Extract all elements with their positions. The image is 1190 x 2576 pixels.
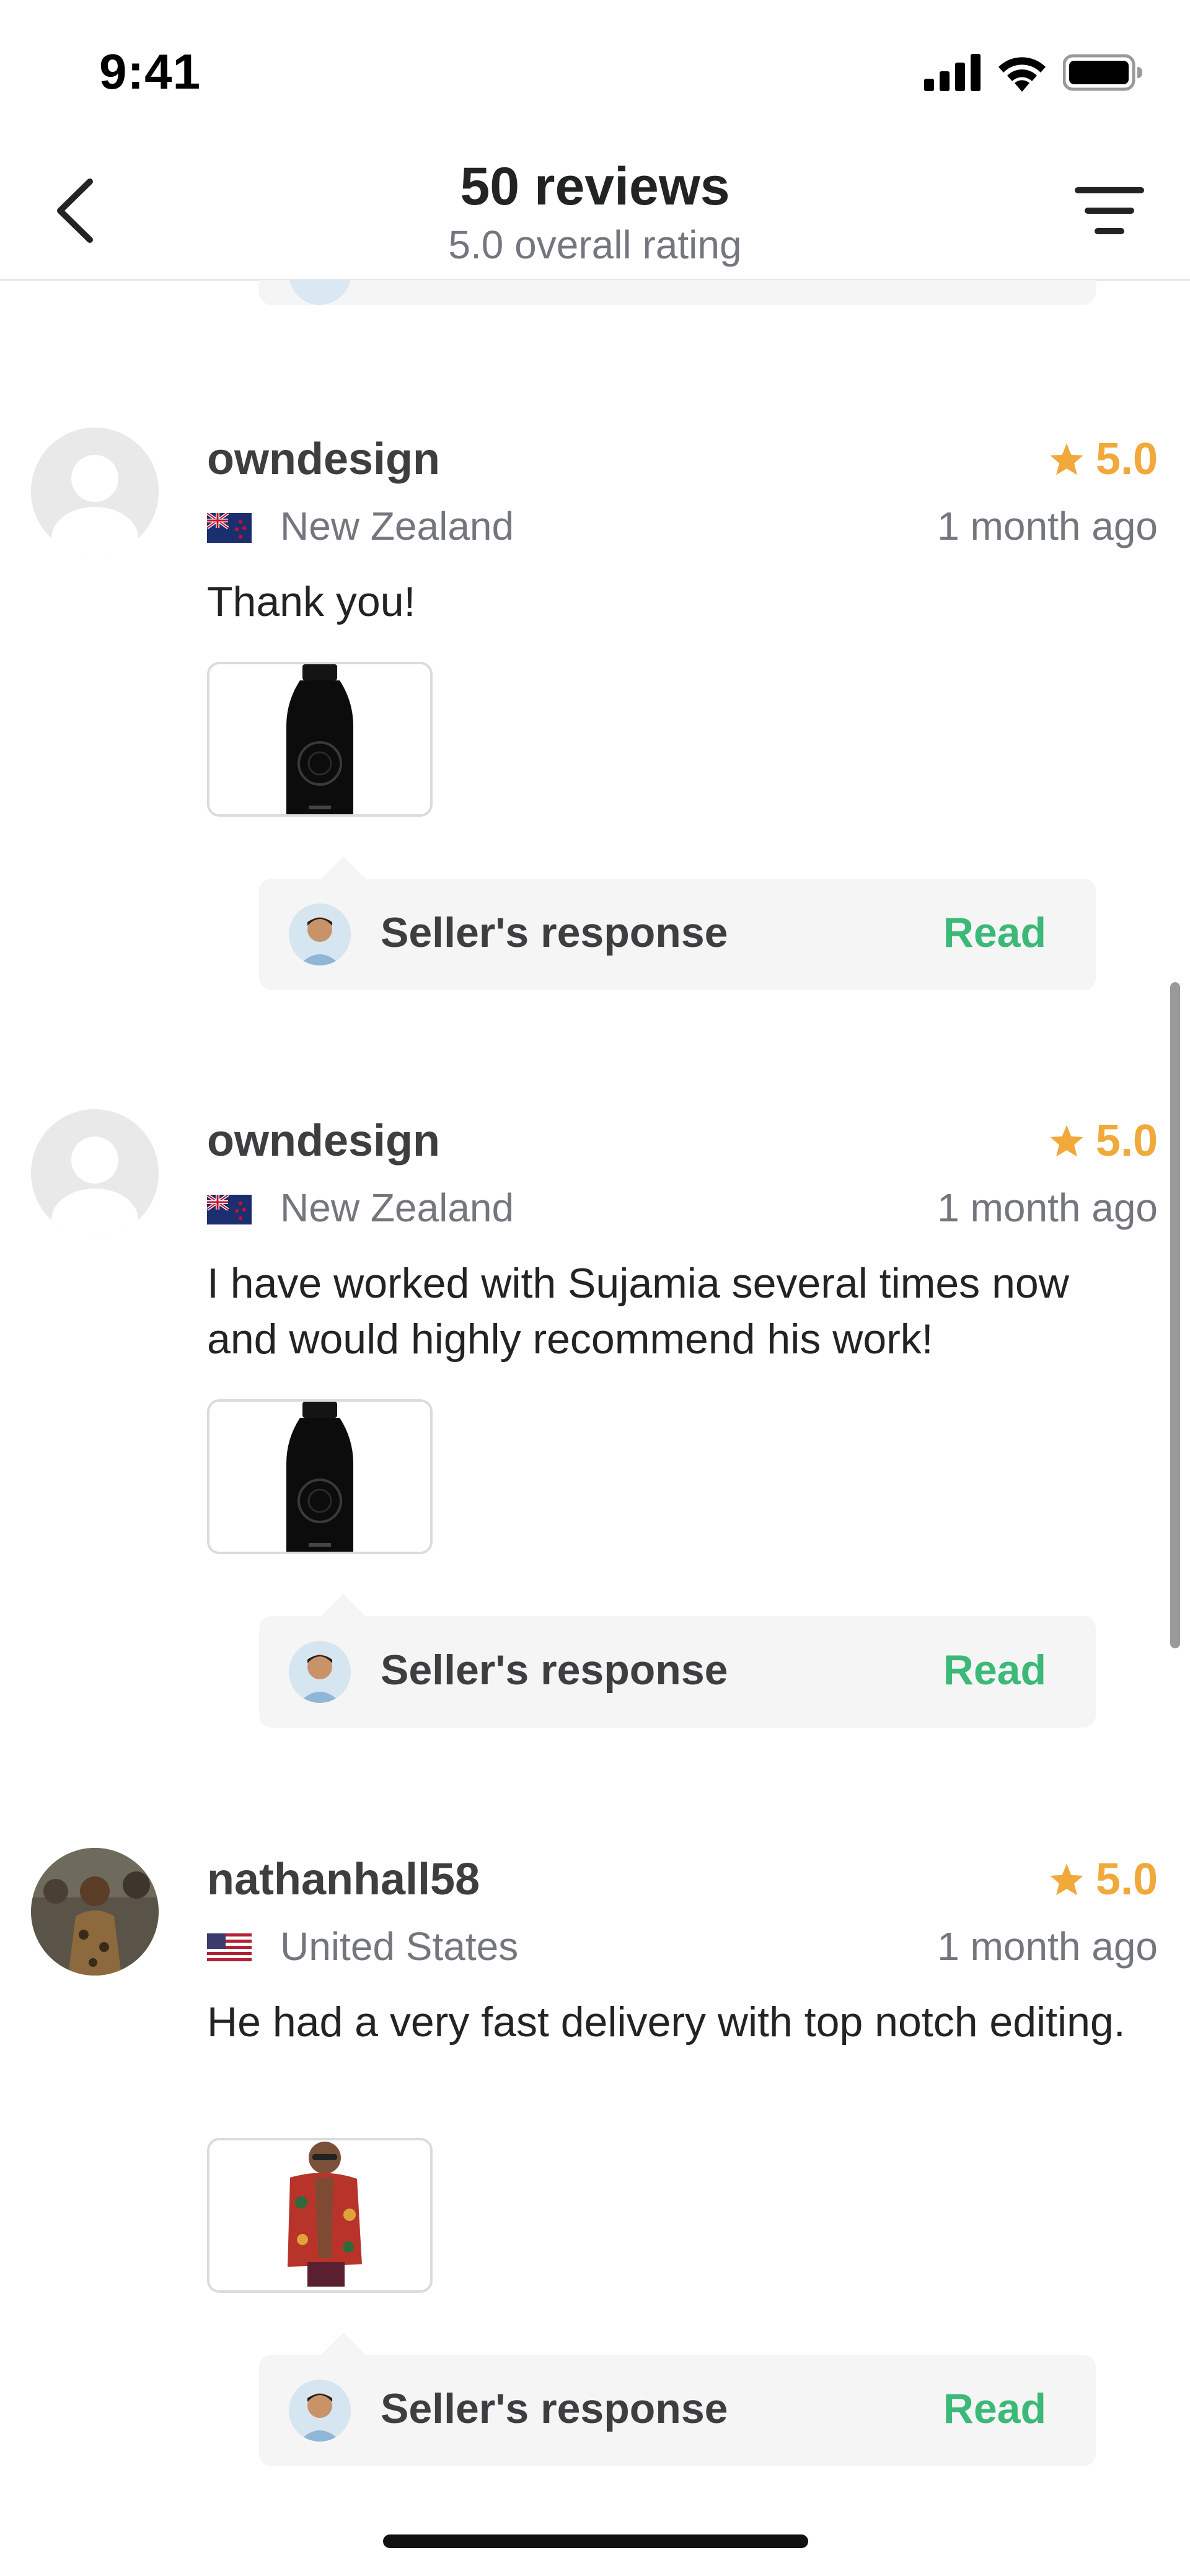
home-indicator[interactable]	[383, 2534, 808, 2548]
review-text: Thank you!	[207, 578, 416, 625]
status-time: 9:41	[99, 44, 201, 99]
black-bottle-image	[209, 1402, 430, 1552]
rating-value: 5.0	[1095, 1855, 1158, 1904]
seller-response-card[interactable]: Seller's response Read	[259, 856, 1096, 990]
review-time: 1 month ago	[937, 1924, 1158, 1969]
read-response-link[interactable]: Read	[943, 908, 1046, 957]
status-icons	[924, 53, 1144, 92]
default-user-icon	[31, 428, 159, 555]
review-rating: 5.0	[1049, 1115, 1158, 1166]
united-states-flag-icon	[207, 1933, 252, 1963]
overall-rating-subtitle: 5.0 overall rating	[448, 222, 742, 267]
star-icon	[1050, 1125, 1083, 1157]
seller-response-card[interactable]: Seller's response Read	[259, 1594, 1096, 1728]
seller-avatar	[289, 903, 351, 965]
review-time: 1 month ago	[937, 1185, 1158, 1230]
seller-response-label: Seller's response	[381, 1646, 728, 1694]
reviews-header: 50 reviews 5.0 overall rating	[0, 143, 1190, 281]
reviewer-country: New Zealand	[280, 504, 514, 548]
new-zealand-flag-icon	[207, 513, 252, 543]
previous-response-card	[259, 280, 1096, 305]
seller-avatar	[289, 2380, 351, 2442]
status-bar: 9:41	[0, 0, 1190, 143]
review-thumbnail[interactable]	[207, 1399, 433, 1554]
review-text: I have worked with Sujamia several times…	[207, 1260, 1069, 1363]
seller-response-label: Seller's response	[381, 2385, 728, 2432]
reviewer-photo	[31, 1848, 159, 1976]
review-text: He had a very fast delivery with top not…	[207, 1998, 1126, 2046]
review-time: 1 month ago	[937, 504, 1158, 548]
star-icon	[1050, 1863, 1083, 1896]
reviewer-country: United States	[280, 1924, 519, 1969]
black-bottle-image	[209, 664, 430, 814]
cellular-signal-icon	[924, 54, 981, 91]
seller-photo	[289, 2380, 351, 2442]
seller-response-label: Seller's response	[381, 909, 728, 956]
reviewer-country: New Zealand	[280, 1185, 514, 1230]
seller-avatar	[289, 280, 351, 305]
rating-value: 5.0	[1095, 434, 1158, 484]
filter-icon	[1075, 187, 1144, 234]
reviewer-username[interactable]: owndesign	[207, 434, 440, 485]
man-in-floral-shirt-image	[209, 2140, 430, 2290]
seller-response-card[interactable]: Seller's response Read	[259, 2332, 1096, 2466]
reviewer-avatar[interactable]	[31, 1109, 159, 1237]
battery-icon	[1063, 54, 1142, 91]
reviewer-avatar[interactable]	[31, 428, 159, 555]
wifi-icon	[998, 57, 1046, 92]
reviewer-username[interactable]: owndesign	[207, 1115, 440, 1166]
review-rating: 5.0	[1049, 434, 1158, 485]
page-title: 50 reviews	[460, 157, 730, 216]
seller-photo	[289, 903, 351, 965]
seller-avatar	[289, 1641, 351, 1703]
seller-photo	[289, 1641, 351, 1703]
read-response-link[interactable]: Read	[943, 1646, 1046, 1694]
scrollbar[interactable]	[1170, 982, 1180, 1648]
star-icon	[1050, 443, 1083, 475]
default-user-icon	[31, 1109, 159, 1237]
rating-value: 5.0	[1095, 1116, 1158, 1166]
review-thumbnail[interactable]	[207, 662, 433, 817]
review-thumbnail[interactable]	[207, 2138, 433, 2293]
new-zealand-flag-icon	[207, 1195, 252, 1224]
filter-button[interactable]	[1066, 174, 1153, 248]
reviewer-avatar[interactable]	[31, 1848, 159, 1976]
reviewer-username[interactable]: nathanhall58	[207, 1854, 480, 1905]
review-rating: 5.0	[1049, 1854, 1158, 1905]
read-response-link[interactable]: Read	[943, 2385, 1046, 2433]
